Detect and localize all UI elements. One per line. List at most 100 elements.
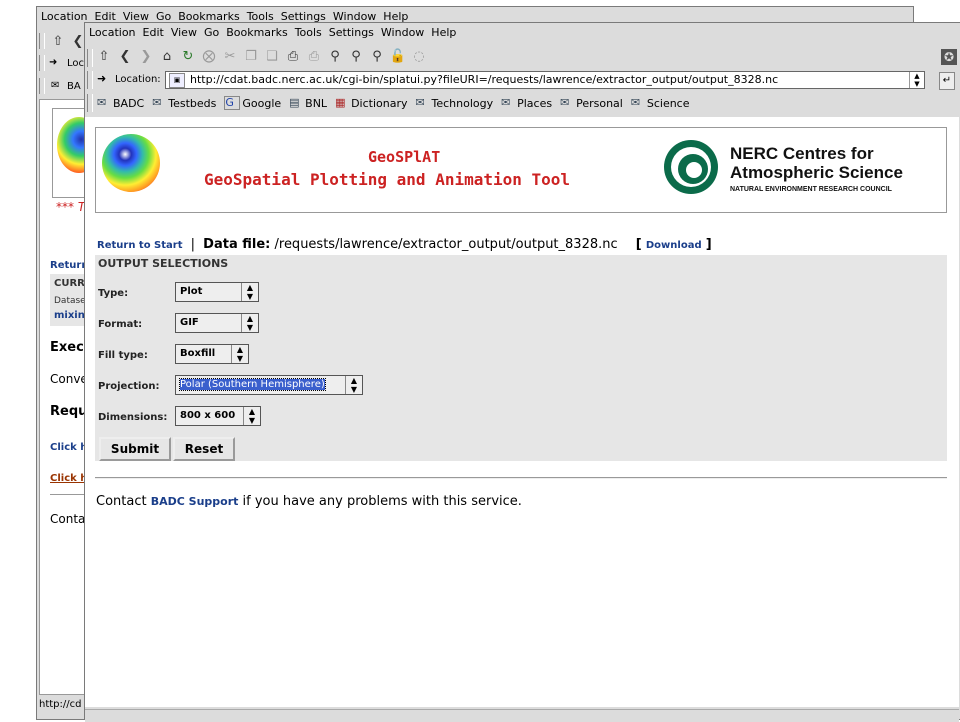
location-toolbar-grip[interactable] <box>87 71 93 89</box>
print-icon[interactable]: ⎙ <box>284 49 302 65</box>
back-location-icon: ➜ <box>49 57 58 68</box>
bookmark-places[interactable]: ✉ Places <box>501 95 552 111</box>
reset-button[interactable]: Reset <box>173 437 235 461</box>
fill-type-select[interactable]: Boxfill ▲ ▼ <box>175 344 249 364</box>
location-icon: ➜ <box>97 72 107 85</box>
back-click-link-2[interactable]: Click h <box>50 473 87 484</box>
back-dataset-label: Datase <box>54 296 86 306</box>
main-toolbar-grip[interactable] <box>87 49 93 67</box>
back-icon[interactable]: ❮ <box>116 49 134 65</box>
reload-icon[interactable]: ↻ <box>179 49 197 65</box>
bookmark-bnl[interactable]: ▤ BNL <box>289 95 327 111</box>
back-menu-location[interactable]: Location <box>41 10 88 23</box>
select-arrows-icon: ▲ ▼ <box>231 345 248 363</box>
bookmarks-grip[interactable] <box>39 78 45 94</box>
print-preview-icon[interactable]: ⎙ <box>305 49 323 65</box>
bookmark-testbeds[interactable]: ✉ Testbeds <box>152 95 216 111</box>
site-icon: ▣ <box>169 73 185 88</box>
bookmark-badc[interactable]: ✉ BADC <box>97 95 144 111</box>
front-status-bar <box>85 709 959 722</box>
bookmark-toolbar-grip[interactable] <box>87 94 93 112</box>
submit-button[interactable]: Submit <box>99 437 171 461</box>
globe-logo <box>102 134 160 192</box>
back-return-link[interactable]: Return <box>50 260 88 271</box>
return-to-start-link[interactable]: Return to Start <box>97 240 183 251</box>
security-lock-icon[interactable]: 🔓 <box>389 49 407 65</box>
throbber-icon: ✪ <box>941 49 957 65</box>
menu-location[interactable]: Location <box>89 26 136 39</box>
select-arrows-icon: ▲ ▼ <box>241 283 258 301</box>
copy-icon[interactable]: ❐ <box>242 49 260 65</box>
front-browser-window: Location Edit View Go Bookmarks Tools Settings… <box>84 22 960 722</box>
bookmark-dictionary[interactable]: ▦ Dictionary <box>335 95 407 111</box>
menu-edit[interactable]: Edit <box>143 26 164 39</box>
zoom-in-icon[interactable]: ⚲ <box>347 49 365 65</box>
url-dropdown-icon[interactable]: ▲ ▼ <box>909 72 924 88</box>
plugin-icon[interactable]: ◌ <box>410 49 428 65</box>
find-icon[interactable]: ⚲ <box>326 49 344 65</box>
back-click-link-1[interactable]: Click h <box>50 442 87 453</box>
download-bracket-close: ] <box>705 237 712 252</box>
bookmark-folder-icon: ✉ <box>152 96 162 109</box>
up-icon[interactable]: ⇧ <box>95 49 113 65</box>
menu-tools[interactable]: Tools <box>295 26 322 39</box>
url-input[interactable]: ▣ http://cdat.badc.nerc.ac.uk/cgi-bin/sp… <box>165 71 925 89</box>
stop-icon[interactable]: ⨂ <box>200 49 218 65</box>
dictionary-icon: ▦ <box>335 96 346 109</box>
datafile-row: Return to Start | Data file: /requests/l… <box>97 237 712 252</box>
menu-help[interactable]: Help <box>431 26 456 39</box>
download-bracket-open: [ <box>635 237 642 252</box>
dimensions-select[interactable]: 800 x 600 ▲ ▼ <box>175 406 261 426</box>
zoom-out-icon[interactable]: ⚲ <box>368 49 386 65</box>
contact-line: Contact BADC Support if you have any pro… <box>96 494 522 509</box>
separator: | <box>190 237 196 252</box>
header-banner: GeoSPlAT GeoSpatial Plotting and Animati… <box>95 127 947 213</box>
badc-support-link[interactable]: BADC Support <box>151 495 239 508</box>
home-icon[interactable]: ⌂ <box>158 49 176 65</box>
location-grip[interactable] <box>39 55 45 71</box>
type-select[interactable]: Plot ▲ ▼ <box>175 282 259 302</box>
menu-settings[interactable]: Settings <box>329 26 374 39</box>
menu-bookmarks[interactable]: Bookmarks <box>226 26 287 39</box>
main-toolbar: ⇧ ❮ ❯ ⌂ ↻ ⨂ ✂ ❐ ❑ ⎙ ⎙ ⚲ ⚲ ⚲ 🔓 ◌ <box>95 49 431 67</box>
page-title: GeoSPlAT <box>368 148 441 166</box>
nerc-line3: NATURAL ENVIRONMENT RESEARCH COUNCIL <box>730 186 892 193</box>
section-title: OUTPUT SELECTIONS <box>98 257 229 270</box>
bookmark-personal[interactable]: ✉ Personal <box>560 95 623 111</box>
projection-label: Projection: <box>98 381 160 392</box>
nerc-logo <box>662 138 720 196</box>
select-arrows-icon: ▲ ▼ <box>241 314 258 332</box>
projection-select[interactable]: Polar (Southern Hemisphere) ▲ ▼ <box>175 375 363 395</box>
back-home-icon[interactable]: ⇧ <box>49 34 67 50</box>
page-content: GeoSPlAT GeoSpatial Plotting and Animati… <box>85 117 959 707</box>
bookmark-science[interactable]: ✉ Science <box>631 95 690 111</box>
paste-icon[interactable]: ❑ <box>263 49 281 65</box>
datafile-path: /requests/lawrence/extractor_output/outp… <box>274 237 618 252</box>
back-current-label: CURR <box>54 278 85 289</box>
fill-type-label: Fill type: <box>98 350 148 361</box>
google-icon: G <box>224 96 241 110</box>
bookmark-technology[interactable]: ✉ Technology <box>415 95 493 111</box>
back-status-text: http://cd <box>39 699 82 710</box>
location-label: Location: <box>115 74 161 85</box>
contact-suffix: if you have any problems with this servi… <box>242 494 522 509</box>
go-icon[interactable]: ↵ <box>939 72 955 90</box>
bookmarks-bar: ✉ BADC ✉ Testbeds G Google ▤ BNL ▦ Dictionary… <box>97 95 698 111</box>
forward-icon[interactable]: ❯ <box>137 49 155 65</box>
dimensions-label: Dimensions: <box>98 412 168 423</box>
menu-view[interactable]: View <box>171 26 197 39</box>
nerc-line1: NERC Centres for <box>730 144 874 163</box>
toolbar-grip[interactable] <box>39 33 45 49</box>
bookmark-folder-icon: ✉ <box>630 96 641 109</box>
bookmark-google[interactable]: G Google <box>224 95 281 111</box>
menu-go[interactable]: Go <box>204 26 219 39</box>
menu-window[interactable]: Window <box>381 26 424 39</box>
download-link[interactable]: Download <box>646 240 702 251</box>
format-select[interactable]: GIF ▲ ▼ <box>175 313 259 333</box>
select-arrows-icon: ▲ ▼ <box>345 376 362 394</box>
back-bookmark-label[interactable]: BA <box>67 81 81 92</box>
url-text: http://cdat.badc.nerc.ac.uk/cgi-bin/spla… <box>190 73 779 86</box>
cut-icon[interactable]: ✂ <box>221 49 239 65</box>
back-location-label: Loc <box>67 58 85 69</box>
back-convert-text: Conve <box>50 372 88 386</box>
